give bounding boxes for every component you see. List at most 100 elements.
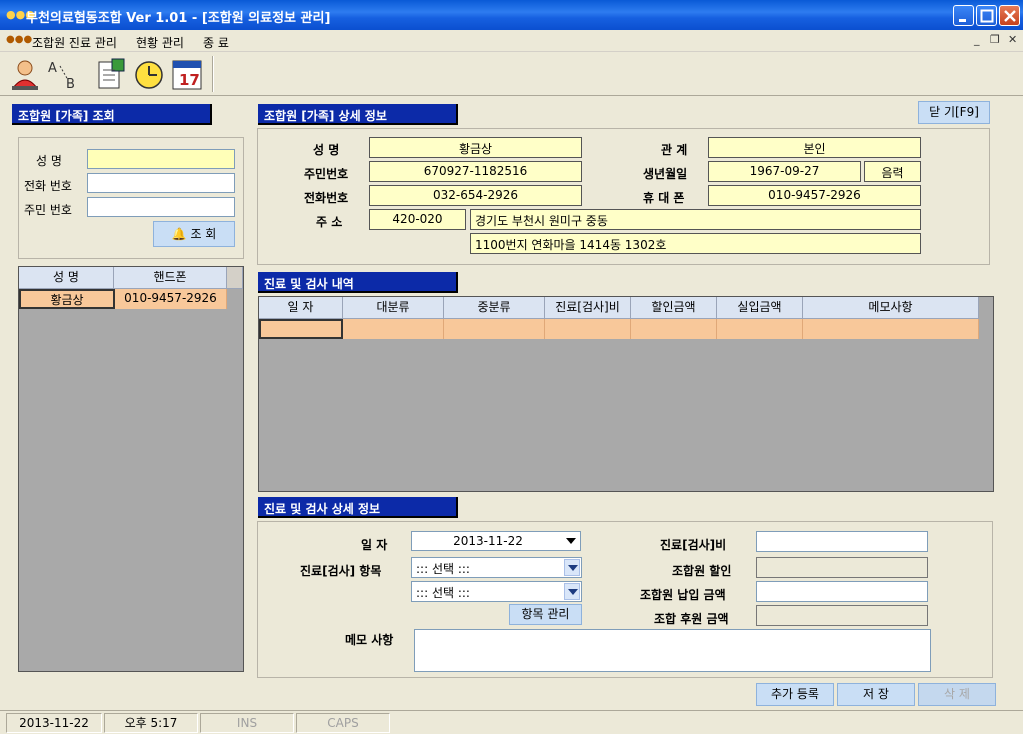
history-row-memo[interactable] bbox=[803, 319, 979, 339]
record-discount-label: 조합원 할인 bbox=[672, 564, 732, 578]
history-header-paid[interactable]: 실입금액 bbox=[717, 297, 803, 319]
history-section-title: 진료 및 검사 내역 bbox=[258, 272, 458, 293]
record-support-label: 조합 후원 금액 bbox=[654, 612, 729, 626]
detail-address1-field[interactable]: 경기도 부천시 원미구 중동 bbox=[470, 209, 921, 230]
record-memo-textarea[interactable] bbox=[414, 629, 931, 672]
detail-zip-field[interactable]: 420-020 bbox=[369, 209, 466, 230]
child-window-icon[interactable]: ●●● bbox=[6, 34, 32, 45]
detail-mobile-field[interactable]: 010-9457-2926 bbox=[708, 185, 921, 206]
detail-section-title: 조합원 [가족] 상세 정보 bbox=[258, 104, 458, 125]
delete-button[interactable]: 삭 제 bbox=[918, 683, 996, 706]
record-item-label: 진료[검사] 항목 bbox=[300, 564, 382, 578]
detail-address2-field[interactable]: 1100번지 연화마을 1414동 1302호 bbox=[470, 233, 921, 254]
status-caps: CAPS bbox=[296, 713, 390, 733]
detail-mobile-label: 휴 대 폰 bbox=[643, 191, 685, 205]
save-button[interactable]: 저 장 bbox=[837, 683, 915, 706]
menu-status[interactable]: 현황 관리 bbox=[136, 34, 184, 51]
record-fee-input[interactable] bbox=[756, 531, 928, 552]
status-bar: 2013-11-22 오후 5:17 INS CAPS bbox=[0, 710, 1023, 734]
member-row-mobile[interactable]: 010-9457-2926 bbox=[115, 289, 227, 309]
history-row-discount[interactable] bbox=[631, 319, 717, 339]
detail-ssn-field[interactable]: 670927-1182516 bbox=[369, 161, 582, 182]
sort-ab-icon[interactable]: AB bbox=[46, 56, 80, 92]
history-row-fee[interactable] bbox=[545, 319, 631, 339]
history-header-memo[interactable]: 메모사항 bbox=[803, 297, 979, 319]
detail-name-label: 성 명 bbox=[313, 143, 340, 157]
bell-icon: 🔔 bbox=[171, 227, 187, 241]
mdi-minimize-icon[interactable]: _ bbox=[974, 33, 980, 46]
detail-relation-field[interactable]: 본인 bbox=[708, 137, 921, 158]
record-item1-value: ::: 선택 ::: bbox=[416, 562, 470, 576]
title-bar: ●●● 부천의료협동조합 Ver 1.01 - [조합원 의료정보 관리] bbox=[0, 0, 1023, 30]
window-title: 부천의료협동조합 Ver 1.01 - [조합원 의료정보 관리] bbox=[26, 11, 331, 26]
history-header-subcategory[interactable]: 중분류 bbox=[444, 297, 545, 319]
search-button[interactable]: 🔔 조 회 bbox=[153, 221, 235, 247]
svg-text:B: B bbox=[66, 77, 75, 92]
record-item2-select[interactable]: ::: 선택 ::: bbox=[411, 581, 582, 602]
close-window-button[interactable] bbox=[999, 5, 1020, 26]
close-button[interactable]: 닫 기[F9] bbox=[918, 101, 990, 124]
history-header-discount[interactable]: 할인금액 bbox=[631, 297, 717, 319]
member-list[interactable]: 성 명 핸드폰 황금상 010-9457-2926 bbox=[18, 266, 244, 672]
toolbar-separator bbox=[212, 56, 214, 92]
record-paid-label: 조합원 납입 금액 bbox=[640, 588, 726, 602]
history-grid[interactable]: 일 자 대분류 중분류 진료[검사]비 할인금액 실입금액 메모사항 bbox=[258, 296, 994, 492]
record-section-title: 진료 및 검사 상세 정보 bbox=[258, 497, 458, 518]
mdi-restore-icon[interactable]: ❐ bbox=[990, 33, 1000, 46]
record-fee-label: 진료[검사]비 bbox=[660, 538, 727, 552]
detail-phone-label: 전화번호 bbox=[304, 191, 349, 205]
detail-ssn-label: 주민번호 bbox=[304, 167, 349, 181]
record-date-label: 일 자 bbox=[361, 538, 388, 552]
record-date-value: 2013-11-22 bbox=[453, 534, 523, 548]
member-card-icon[interactable] bbox=[8, 56, 42, 92]
member-list-header-name[interactable]: 성 명 bbox=[19, 267, 114, 289]
detail-phone-field[interactable]: 032-654-2926 bbox=[369, 185, 582, 206]
toolbar: AB 17 bbox=[0, 52, 1023, 96]
search-ssn-label: 주민 번호 bbox=[24, 203, 72, 217]
maximize-button[interactable] bbox=[976, 5, 997, 26]
search-phone-input[interactable] bbox=[87, 173, 235, 193]
minimize-button[interactable] bbox=[953, 5, 974, 26]
detail-birth-field[interactable]: 1967-09-27 bbox=[708, 161, 861, 182]
history-row-date[interactable] bbox=[259, 319, 343, 339]
menu-exit[interactable]: 종 료 bbox=[203, 34, 229, 51]
detail-relation-label: 관 계 bbox=[661, 143, 688, 157]
item2-dropdown-icon[interactable] bbox=[564, 583, 580, 600]
manage-items-button[interactable]: 항목 관리 bbox=[509, 604, 582, 625]
history-header-fee[interactable]: 진료[검사]비 bbox=[545, 297, 631, 319]
status-ins: INS bbox=[200, 713, 294, 733]
member-list-header-mobile[interactable]: 핸드폰 bbox=[114, 267, 227, 289]
svg-text:17: 17 bbox=[179, 71, 200, 89]
history-row-category[interactable] bbox=[343, 319, 444, 339]
detail-name-field[interactable]: 황금상 bbox=[369, 137, 582, 158]
search-ssn-input[interactable] bbox=[87, 197, 235, 217]
search-name-input[interactable] bbox=[87, 149, 235, 169]
detail-birth-label: 생년월일 bbox=[643, 167, 688, 181]
record-memo-label: 메모 사항 bbox=[345, 633, 394, 647]
mdi-close-icon[interactable]: ✕ bbox=[1008, 33, 1017, 46]
item1-dropdown-icon[interactable] bbox=[564, 559, 580, 576]
detail-calendar-type[interactable]: 음력 bbox=[864, 161, 921, 182]
record-date-picker[interactable]: 2013-11-22 bbox=[411, 531, 581, 551]
record-support-field bbox=[756, 605, 928, 626]
menu-bar: ●●● 조합원 진료 관리 현황 관리 종 료 _ ❐ ✕ bbox=[0, 30, 1023, 52]
search-section-title: 조합원 [가족] 조회 bbox=[12, 104, 212, 125]
document-icon[interactable] bbox=[94, 56, 128, 92]
search-button-label: 조 회 bbox=[190, 227, 217, 241]
history-header-category[interactable]: 대분류 bbox=[343, 297, 444, 319]
record-paid-input[interactable] bbox=[756, 581, 928, 602]
record-item2-value: ::: 선택 ::: bbox=[416, 586, 470, 600]
record-item1-select[interactable]: ::: 선택 ::: bbox=[411, 557, 582, 578]
status-time: 오후 5:17 bbox=[104, 713, 198, 733]
calendar-icon[interactable]: 17 bbox=[170, 56, 204, 92]
search-phone-label: 전화 번호 bbox=[24, 179, 72, 193]
member-row-name[interactable]: 황금상 bbox=[19, 289, 115, 309]
date-dropdown-icon[interactable] bbox=[563, 533, 579, 550]
add-record-button[interactable]: 추가 등록 bbox=[756, 683, 834, 706]
member-list-header-corner bbox=[227, 267, 243, 289]
history-row-paid[interactable] bbox=[717, 319, 803, 339]
menu-member-care[interactable]: 조합원 진료 관리 bbox=[32, 34, 117, 51]
history-row-subcategory[interactable] bbox=[444, 319, 545, 339]
history-header-date[interactable]: 일 자 bbox=[259, 297, 343, 319]
clock-icon[interactable] bbox=[132, 56, 166, 92]
